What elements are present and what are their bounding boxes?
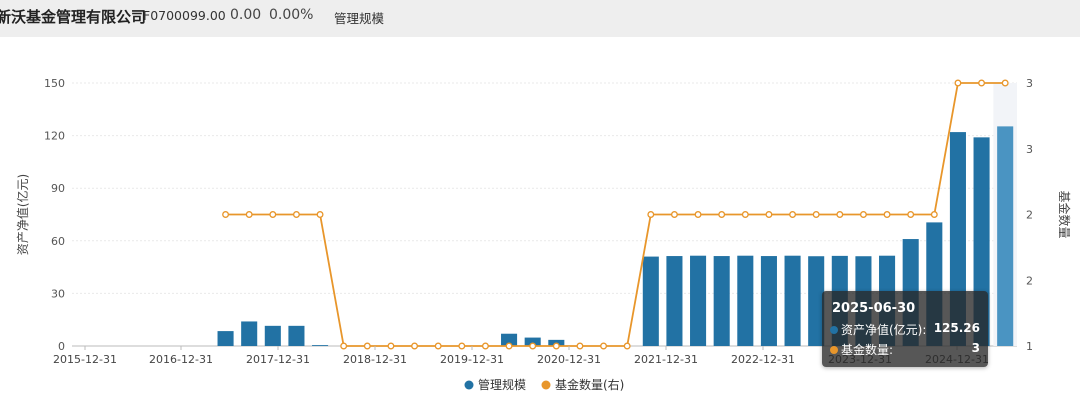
tooltip-row2-value: 3 xyxy=(971,341,980,355)
x-tick-label: 2019-12-31 xyxy=(440,353,504,366)
line-point xyxy=(765,211,773,218)
line-point xyxy=(954,79,962,87)
line-point xyxy=(222,211,230,218)
line-point xyxy=(789,211,797,218)
line-point xyxy=(529,342,537,350)
line-point xyxy=(576,342,584,350)
line-point xyxy=(434,342,442,350)
bar-series-dot-icon xyxy=(830,326,838,334)
y-tick-label: 30 xyxy=(51,287,65,300)
line-point xyxy=(623,342,631,350)
x-tick-label: 2018-12-31 xyxy=(343,353,407,366)
tab-management-scale[interactable]: 管理规模 xyxy=(334,8,384,27)
x-tick-label: 2016-12-31 xyxy=(149,353,213,366)
tooltip-row2-label: 基金数量: xyxy=(841,343,894,357)
line-point xyxy=(859,211,867,218)
bar xyxy=(737,255,754,346)
company-name: 新沃基金管理有限公司 xyxy=(0,8,147,26)
bar xyxy=(690,255,707,346)
y2-tick-label: 2 xyxy=(1026,209,1033,222)
tooltip-row1-label: 资产净值(亿元): xyxy=(841,323,927,337)
line-point xyxy=(670,211,678,218)
bar xyxy=(997,126,1014,346)
bar xyxy=(312,345,329,346)
header-bar: 新沃基金管理有限公司 F0700099.00 0.00 0.00% 管理规模 xyxy=(0,0,1080,37)
line-point xyxy=(363,342,371,350)
tooltip-date: 2025-06-30 xyxy=(832,301,916,316)
x-tick-label: 2017-12-31 xyxy=(246,353,310,366)
change-percent: 0.00% xyxy=(269,7,314,23)
y-tick-label: 0 xyxy=(58,340,65,353)
bar xyxy=(642,256,659,346)
chart-tooltip: 2025-06-30 资产净值(亿元): 125.26 基金数量: 3 xyxy=(822,291,988,367)
x-tick-label: 2020-12-31 xyxy=(537,353,601,366)
bar xyxy=(217,331,234,346)
y-tick-label: 120 xyxy=(44,130,65,143)
line-point xyxy=(1001,79,1009,87)
legend-bar-icon xyxy=(464,380,474,390)
line-point xyxy=(245,211,253,218)
line-point xyxy=(269,211,277,218)
tooltip-row1-value: 125.26 xyxy=(933,321,980,335)
line-point xyxy=(292,211,300,218)
line-point xyxy=(978,79,986,87)
legend-bar-label: 管理规模 xyxy=(478,377,526,392)
y-tick-label: 60 xyxy=(51,235,65,248)
line-point xyxy=(907,211,915,218)
bar xyxy=(666,256,683,346)
bar xyxy=(288,325,305,346)
line-point xyxy=(316,211,324,218)
line-point xyxy=(505,342,513,350)
price-value: 0.00 xyxy=(230,7,262,23)
bar xyxy=(713,256,730,346)
bar xyxy=(784,255,801,346)
line-point xyxy=(458,342,466,350)
line-point xyxy=(600,342,608,350)
bar xyxy=(241,321,258,346)
y2-tick-label: 1 xyxy=(1026,340,1033,353)
y2-tick-label: 3 xyxy=(1026,143,1033,156)
y-axis-title: 资产净值(亿元) xyxy=(15,174,30,255)
legend-line-label: 基金数量(右) xyxy=(555,377,624,392)
tooltip-row-fund-count: 基金数量: 3 xyxy=(830,341,980,358)
y2-tick-label: 2 xyxy=(1026,274,1033,287)
fund-code: F0700099.00 xyxy=(143,8,226,23)
y2-axis-title: 基金数量 xyxy=(1057,190,1072,238)
y2-tick-label: 3 xyxy=(1026,77,1033,90)
line-point xyxy=(411,342,419,350)
x-tick-label: 2021-12-31 xyxy=(634,353,698,366)
tooltip-row-net-asset: 资产净值(亿元): 125.26 xyxy=(830,321,980,338)
bar xyxy=(264,325,281,346)
line-point xyxy=(930,211,938,218)
line-point xyxy=(552,342,560,350)
y-tick-label: 150 xyxy=(44,77,65,90)
line-point xyxy=(647,211,655,218)
line-point xyxy=(340,342,348,350)
line-point xyxy=(741,211,749,218)
legend-line-icon xyxy=(541,380,551,390)
line-point xyxy=(883,211,891,218)
line-point xyxy=(836,211,844,218)
line-point xyxy=(812,211,820,218)
bar xyxy=(760,256,777,346)
line-point xyxy=(387,342,395,350)
x-tick-label: 2015-12-31 xyxy=(53,353,117,366)
line-point xyxy=(718,211,726,218)
y-tick-label: 90 xyxy=(51,182,65,195)
line-point xyxy=(481,342,489,350)
line-series-dot-icon xyxy=(830,346,838,354)
line-point xyxy=(694,211,702,218)
x-tick-label: 2022-12-31 xyxy=(731,353,795,366)
